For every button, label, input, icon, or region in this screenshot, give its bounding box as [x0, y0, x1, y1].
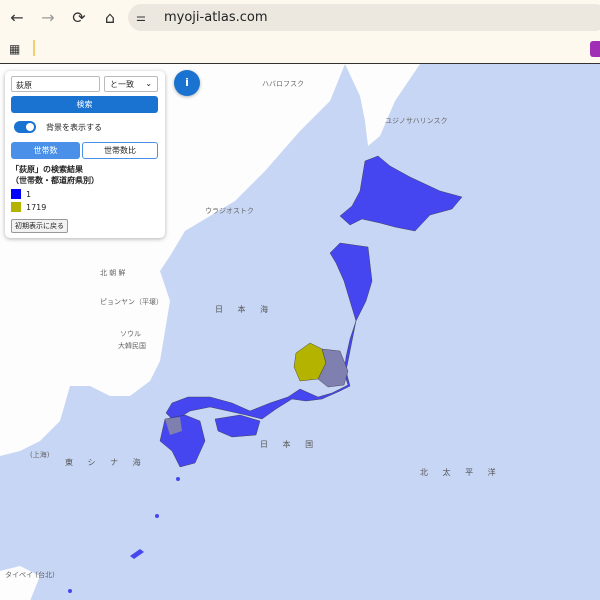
legend-label: 1	[26, 189, 32, 199]
home-icon[interactable]: ⌂	[96, 8, 124, 27]
chevron-down-icon: ⌄	[145, 79, 152, 88]
label-country: 大韓民国	[118, 342, 146, 350]
extension-icon[interactable]	[590, 41, 600, 57]
island	[176, 477, 180, 481]
result-title: 「荻原」の検索結果	[11, 165, 83, 174]
match-select-value: と一致	[110, 80, 134, 89]
label-city: ソウル	[120, 330, 141, 338]
search-panel: 荻原 と一致 ⌄ 検索 背景を表示する 世帯数 世帯数比 「荻原」の検索結果 （世帯…	[5, 71, 165, 238]
label-japan: 日 本 国	[260, 440, 320, 449]
background-toggle[interactable]	[14, 121, 36, 133]
label-country: 北 朝 鮮	[100, 269, 126, 277]
label-city: (上海)	[30, 451, 50, 459]
match-select[interactable]: と一致 ⌄	[104, 76, 158, 92]
legend-swatch	[11, 189, 21, 199]
label-city: ピョンヤン（平壌）	[100, 298, 163, 306]
legend-item: 1719	[11, 202, 46, 212]
back-icon[interactable]: ←	[3, 8, 31, 27]
search-button[interactable]: 検索	[11, 96, 158, 113]
result-subtitle: （世帯数・都道府県別）	[11, 176, 99, 185]
label-city: タイペイ (台北)	[5, 571, 55, 579]
site-settings-icon[interactable]: ⚌	[136, 11, 156, 24]
info-icon[interactable]: i	[174, 70, 200, 96]
label-city: ハバロフスク	[262, 80, 304, 88]
bookmarks-bar: ▦	[0, 35, 600, 63]
reload-icon[interactable]: ⟳	[65, 8, 93, 27]
browser-toolbar: ← → ⟳ ⌂ ⚌ myoji-atlas.com	[0, 0, 600, 35]
tab-household-count[interactable]: 世帯数	[11, 142, 80, 159]
island	[155, 514, 159, 518]
reset-view-button[interactable]: 初期表示に戻る	[11, 219, 68, 233]
map[interactable]: 日 本 海 日 本 国 東 シ ナ 海 北 太 平 洋 ウラジオストク 北 朝 …	[0, 63, 600, 600]
surname-input[interactable]: 荻原	[11, 76, 100, 92]
address-bar[interactable]: ⚌ myoji-atlas.com	[128, 4, 600, 31]
label-city: ウラジオストク	[205, 207, 254, 215]
legend-item: 1	[11, 189, 31, 199]
tab-household-ratio[interactable]: 世帯数比	[82, 142, 158, 159]
island	[68, 589, 72, 593]
forward-icon[interactable]: →	[34, 8, 62, 27]
toggle-label: 背景を表示する	[46, 123, 102, 132]
label-east-china-sea: 東 シ ナ 海	[65, 458, 147, 467]
legend-swatch	[11, 202, 21, 212]
legend-label: 1719	[26, 202, 47, 212]
label-city: ユジノサハリンスク	[385, 117, 448, 125]
divider	[33, 40, 35, 56]
apps-icon[interactable]: ▦	[9, 42, 20, 56]
url-text[interactable]: myoji-atlas.com	[164, 10, 268, 25]
label-sea-japan: 日 本 海	[215, 305, 275, 314]
label-north-pacific: 北 太 平 洋	[420, 468, 502, 477]
